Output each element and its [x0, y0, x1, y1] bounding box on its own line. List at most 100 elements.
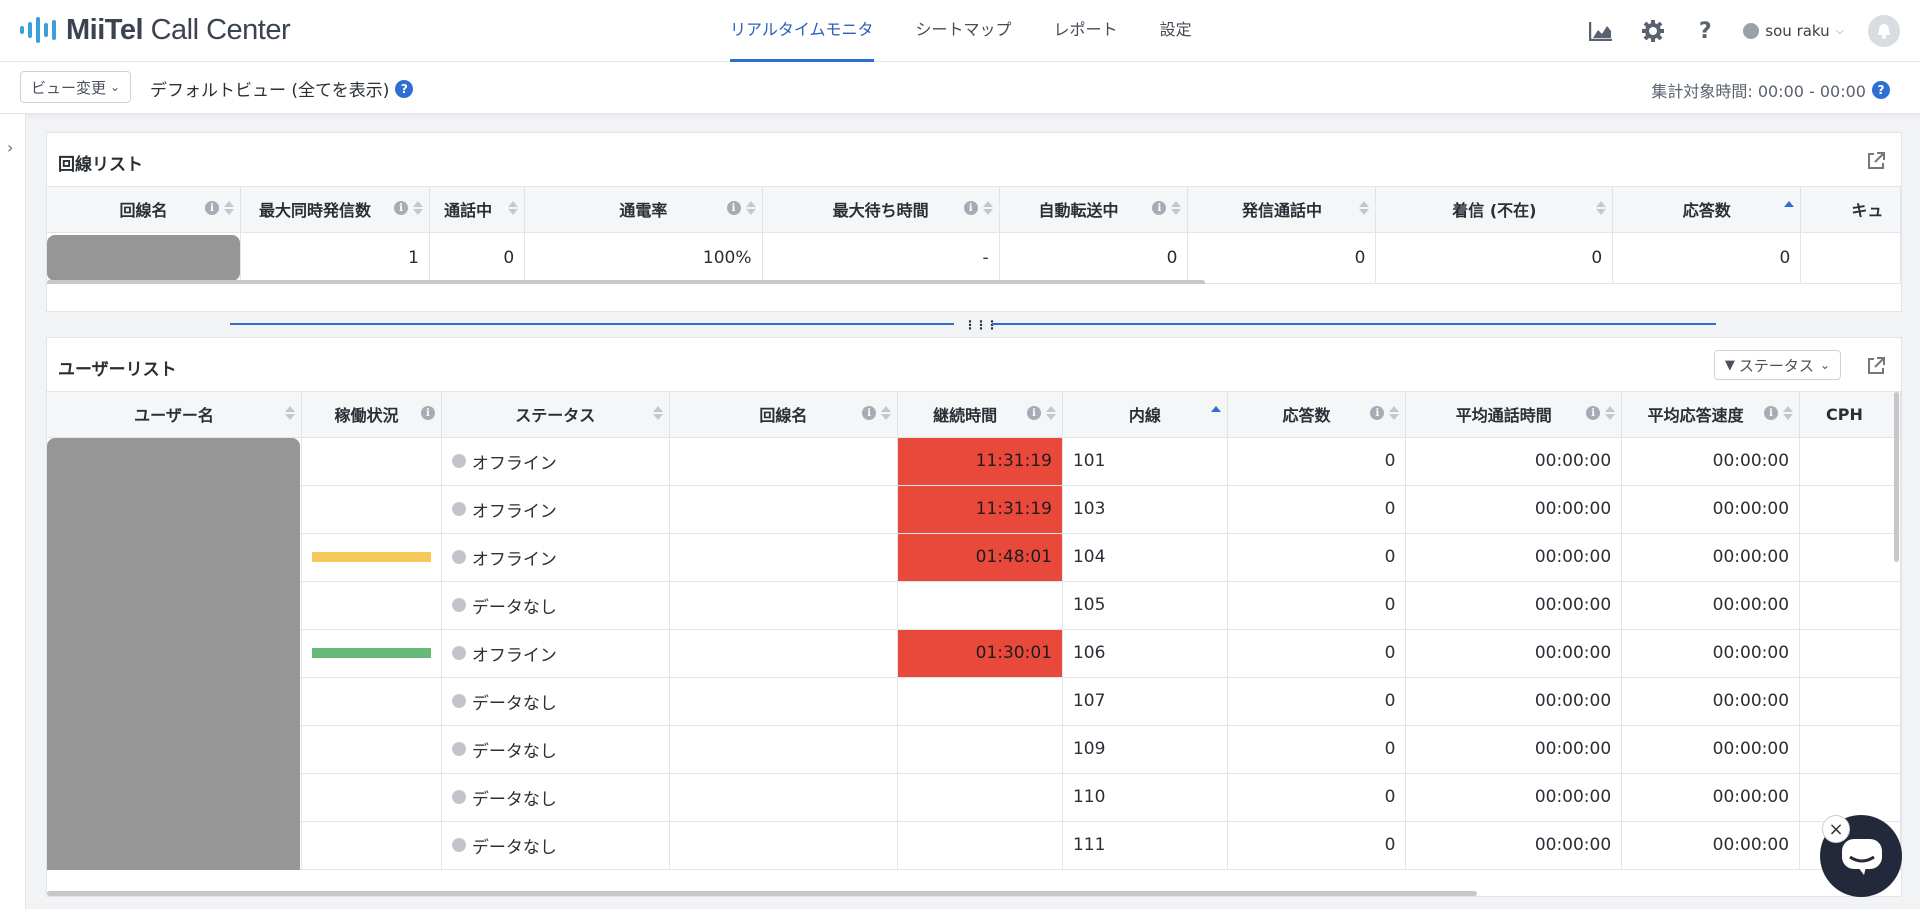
table-row[interactable]: オフライン 01:30:01 106 0 00:00:00 00:00:00 — [47, 629, 1901, 678]
table-row[interactable]: データなし 109 0 00:00:00 00:00:00 — [47, 725, 1901, 774]
external-link-icon[interactable] — [1866, 356, 1886, 376]
status-text: オフライン — [471, 645, 557, 666]
redacted-block — [47, 438, 300, 870]
cell-duration — [897, 677, 1063, 726]
col-extension[interactable]: 内線 — [1062, 392, 1228, 438]
info-icon: i — [394, 201, 408, 215]
cell-avg-answer-speed: 00:00:00 — [1621, 677, 1801, 726]
user-name: sou raku — [1765, 22, 1830, 40]
table-row[interactable]: オフライン 11:31:19 103 0 00:00:00 00:00:00 — [47, 485, 1901, 534]
cell-answers: 0 — [1227, 773, 1407, 822]
cell-avg-answer-speed: 00:00:00 — [1621, 533, 1801, 582]
col-max-wait[interactable]: 最大待ち時間 i — [762, 187, 1000, 233]
cell-duration: 01:48:01 — [897, 533, 1063, 582]
cell-duration: 11:31:19 — [897, 485, 1063, 534]
col-incoming-missed[interactable]: 着信 (不在) — [1375, 187, 1614, 233]
info-icon: i — [420, 406, 435, 420]
sort-icon — [1210, 406, 1221, 420]
table-row[interactable]: データなし 110 0 00:00:00 00:00:00 — [47, 773, 1901, 822]
cell-extension: 111 — [1062, 821, 1228, 870]
col-answers[interactable]: 応答数 i — [1227, 392, 1407, 438]
col-queue[interactable]: キュ — [1800, 187, 1901, 233]
cell-status: オフライン — [441, 437, 670, 486]
table-row[interactable]: オフライン 01:48:01 104 0 00:00:00 00:00:00 — [47, 533, 1901, 582]
col-connect-rate[interactable]: 通電率 i — [524, 187, 763, 233]
cell-avg-answer-speed: 00:00:00 — [1621, 725, 1801, 774]
cell-answers: 0 — [1227, 533, 1407, 582]
cell-extension: 106 — [1062, 629, 1228, 678]
horizontal-scrollbar[interactable] — [47, 891, 1477, 896]
aggregation-time: 集計対象時間: 00:00 - 00:00 ? — [1651, 78, 1890, 102]
tab-seat-map[interactable]: シートマップ — [916, 0, 1012, 62]
cell-queue — [1800, 232, 1901, 284]
status-filter-button[interactable]: ▼ ステータス ⌄ — [1713, 350, 1841, 380]
cell-outbound-call: 0 — [1187, 232, 1377, 284]
app-logo[interactable]: MiiTel Call Center — [20, 14, 291, 46]
cell-cph — [1799, 581, 1901, 630]
sort-icon — [1605, 406, 1616, 420]
col-activity[interactable]: 稼働状況 i — [301, 392, 442, 438]
view-change-button[interactable]: ビュー変更 ⌄ — [20, 71, 132, 103]
external-link-icon[interactable] — [1866, 151, 1886, 171]
table-row[interactable]: データなし 107 0 00:00:00 00:00:00 — [47, 677, 1901, 726]
tab-report[interactable]: レポート — [1054, 0, 1118, 62]
col-on-call[interactable]: 通話中 — [429, 187, 526, 233]
sort-icon — [652, 406, 663, 420]
col-avg-talk-time[interactable]: 平均通話時間 i — [1405, 392, 1623, 438]
help-icon[interactable]: ? — [1691, 17, 1719, 45]
col-user-name[interactable]: ユーザー名 — [47, 392, 303, 438]
cell-max-concurrent: 1 — [240, 232, 430, 284]
col-status[interactable]: ステータス — [441, 392, 670, 438]
question-icon[interactable]: ? — [1872, 81, 1890, 99]
col-duration[interactable]: 継続時間 i — [897, 392, 1063, 438]
expand-arrow-icon[interactable]: › — [7, 138, 13, 157]
col-line-name[interactable]: 回線名 i — [47, 187, 241, 233]
panel-splitter[interactable]: ⋮⋮⋮ — [230, 318, 1716, 332]
question-icon[interactable]: ? — [395, 79, 414, 98]
notification-bell-icon[interactable] — [1868, 15, 1900, 47]
cell-status: データなし — [441, 677, 670, 726]
user-menu[interactable]: sou raku ⌵ — [1743, 22, 1844, 40]
col-max-concurrent[interactable]: 最大同時発信数 i — [240, 187, 430, 233]
cell-max-wait: - — [762, 232, 1000, 284]
gear-icon[interactable] — [1639, 17, 1667, 45]
filter-icon: ▼ — [1724, 357, 1735, 373]
col-answers[interactable]: 応答数 — [1612, 187, 1802, 233]
info-icon: i — [205, 201, 219, 215]
sort-icon — [1783, 406, 1794, 420]
cell-line-name — [669, 485, 899, 534]
cell-status: オフライン — [441, 629, 670, 678]
status-dot-icon — [451, 550, 466, 564]
col-avg-answer-speed[interactable]: 平均応答速度 i — [1621, 392, 1801, 438]
table-row[interactable]: データなし 111 0 00:00:00 00:00:00 — [47, 821, 1901, 870]
sort-icon — [1359, 201, 1370, 215]
cell-line-name — [669, 725, 899, 774]
info-icon: i — [1026, 406, 1041, 420]
horizontal-scrollbar[interactable] — [47, 280, 1205, 284]
table-row[interactable]: オフライン 11:31:19 101 0 00:00:00 00:00:00 — [47, 437, 1901, 486]
tab-settings[interactable]: 設定 — [1160, 0, 1192, 62]
col-line-name[interactable]: 回線名 i — [669, 392, 899, 438]
sort-icon — [413, 201, 423, 215]
cell-cph — [1799, 437, 1901, 486]
sort-icon — [745, 201, 756, 215]
cell-status: オフライン — [441, 485, 670, 534]
status-text: オフライン — [471, 501, 557, 522]
status-text: データなし — [471, 741, 557, 762]
col-cph[interactable]: CPH — [1799, 392, 1901, 438]
cell-duration: 01:30:01 — [897, 629, 1063, 678]
cell-avg-talk-time: 00:00:00 — [1405, 725, 1623, 774]
analytics-icon[interactable] — [1587, 17, 1615, 45]
col-auto-transfer[interactable]: 自動転送中 i — [999, 187, 1189, 233]
table-row[interactable]: データなし 105 0 00:00:00 00:00:00 — [47, 581, 1901, 630]
top-navbar: MiiTel Call Center リアルタイムモニタ シートマップ レポート… — [0, 0, 1920, 62]
tab-realtime-monitor[interactable]: リアルタイムモニタ — [730, 0, 874, 62]
vertical-scrollbar[interactable] — [1894, 392, 1899, 562]
drag-handle-icon[interactable]: ⋮⋮⋮ — [964, 318, 998, 332]
user-list-panel: ユーザーリスト ▼ ステータス ⌄ ユーザー名 稼働状況 i ステータス 回線名 i… — [46, 337, 1902, 897]
col-outbound-call[interactable]: 発信通話中 — [1187, 187, 1377, 233]
cell-activity — [301, 677, 442, 726]
close-icon[interactable]: × — [1822, 815, 1850, 843]
cell-status: オフライン — [441, 533, 670, 582]
cell-avg-answer-speed: 00:00:00 — [1621, 821, 1801, 870]
